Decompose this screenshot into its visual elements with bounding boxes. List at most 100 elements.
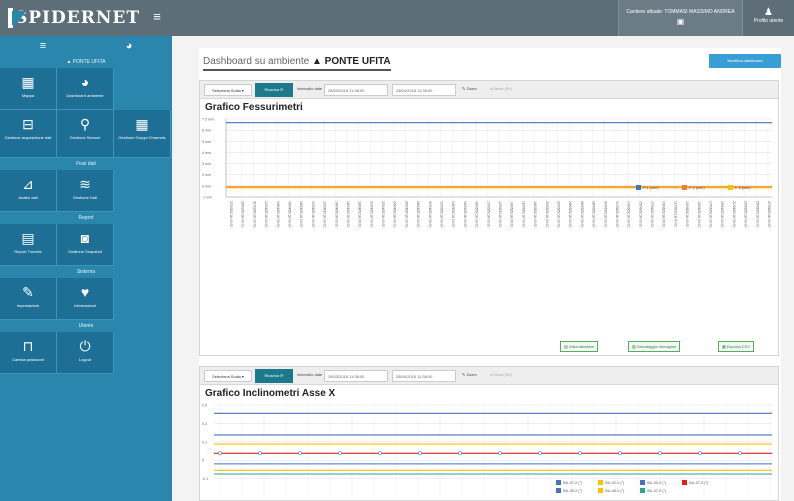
date-from-input[interactable]: 28/03/2018 11:38:00: [324, 370, 388, 382]
chart-toolbar: Seleziona Scala ▾ Ricarica ⟳ Intervallo …: [200, 81, 778, 99]
sidebar-item-snapshot[interactable]: ◙ Gestione Snapshot: [57, 224, 114, 266]
x-tick-label: 14/04/2018 00:00: [334, 201, 338, 228]
legend-swatch: [640, 488, 645, 493]
x-tick-label: 19/06/2018 00:00: [720, 201, 724, 228]
series-point: [578, 451, 582, 456]
x-tick-label: 27/06/2018 00:00: [767, 201, 771, 228]
scale-select[interactable]: Seleziona Scala ▾: [204, 84, 252, 96]
series-point: [418, 451, 422, 456]
sidebar-item-mappa[interactable]: ▦ Mappa: [0, 68, 57, 110]
top-bar: SPIDERNET ≡ Cantiere attuale: TOMMASI MA…: [0, 0, 794, 36]
page-title: Dashboard su ambiente ▲ PONTE UFITA: [203, 56, 391, 71]
sidebar-item-gruppi[interactable]: ▦ Gestione Gruppi Channels: [114, 110, 171, 158]
interval-label: Intervallo date: [297, 372, 323, 377]
modify-dashboard-button[interactable]: Modifica dashboard: [709, 54, 781, 68]
date-from-input[interactable]: 28/03/2018 11:38:00: [324, 84, 388, 96]
section-fissi: Fissi dati: [0, 158, 172, 170]
brand-name: SPIDERNET: [15, 8, 140, 28]
export-csv-button[interactable]: ▦ Esporta CSV: [718, 341, 755, 352]
legend-label: F-3 (mm): [735, 186, 751, 190]
sidebar-item-analisi[interactable]: ⊿ Analisi dati: [0, 170, 57, 212]
sidebar-item-acquisition[interactable]: ⊟ Gestione acquisizione dati: [0, 110, 57, 158]
x-tick-label: 05/06/2018 00:00: [638, 201, 642, 228]
sidebar-item-logout[interactable]: ⏻ Logout: [57, 332, 114, 374]
main-content: Dashboard su ambiente ▲ PONTE UFITA Modi…: [172, 36, 794, 501]
brand-logo[interactable]: SPIDERNET: [8, 6, 140, 30]
chart-card-inclinometri: Seleziona Scala ▾ Ricarica ⟳ Intervallo …: [199, 366, 779, 501]
user-info[interactable]: Cantiere attuale: TOMMASI MASSIMO ANDREA…: [618, 0, 742, 36]
reload-button[interactable]: Ricarica ⟳: [255, 369, 293, 383]
sidebar-item-dashboard[interactable]: ◕ Dashboard ambiente: [57, 68, 114, 110]
sidebar-empty-tile: [114, 278, 171, 320]
section-sistema: Sistema: [0, 266, 172, 278]
user-icon: ♟: [764, 7, 773, 18]
gauge-icon: ◕: [80, 74, 90, 90]
table-view-button[interactable]: ▤ Vista tabellare: [560, 341, 599, 352]
legend-label: F-2 (mm): [689, 186, 705, 190]
legend-swatch: [640, 480, 645, 485]
tile-label: Gestione Dati: [72, 195, 98, 200]
legend-swatch: [728, 185, 733, 190]
series-point: [218, 451, 222, 456]
series-point: [258, 451, 262, 456]
pin-icon: ⚲: [79, 116, 91, 132]
section-report: Report: [0, 212, 172, 224]
sidebar-ambient: ▲ PONTE UFITA: [0, 56, 172, 68]
sidebar-item-sensori[interactable]: ⚲ Gestione Sensori: [57, 110, 114, 158]
tile-label: Analisi dati: [18, 195, 38, 200]
sidebar-item-impostazioni[interactable]: ✎ Impostazioni: [0, 278, 57, 320]
sidebar-item-informazioni[interactable]: ♥ Informazioni: [57, 278, 114, 320]
x-tick-label: 26/04/2018 00:00: [404, 201, 408, 228]
zoom-button[interactable]: ✎ Zoom: [462, 372, 477, 377]
reset-button[interactable]: ◂ Reset (0h): [490, 86, 512, 91]
legend-label: INL-07-X (°): [689, 481, 708, 485]
profile-label: Profilo utente: [753, 18, 784, 24]
x-tick-label: 15/06/2018 00:00: [697, 201, 701, 228]
y-tick-label: -1 mm: [202, 196, 212, 200]
chart-icon: ⊿: [22, 176, 34, 192]
tile-label: Cambia password: [11, 357, 44, 362]
sidebar-empty-tile: [114, 332, 171, 374]
y-tick-label: 2 mm: [202, 173, 211, 177]
x-tick-label: 08/05/2018 00:00: [475, 201, 479, 228]
dashboard-gauge-icon[interactable]: ◕: [126, 40, 133, 52]
sidebar-item-report[interactable]: ▤ Report Tunnels: [0, 224, 57, 266]
sidebar-empty-tile: [114, 68, 171, 110]
tile-label: Gestione Gruppi Channels: [118, 135, 166, 140]
chart-plot-fessurimetri: 7.5 mm 6 mm 5 mm 4 mm 3 mm 2 mm 0 mm -1 mm 27/03…: [202, 118, 772, 228]
y-tick-label: 3 mm: [202, 162, 211, 166]
series-point: [378, 451, 382, 456]
document-icon: ▤: [21, 230, 35, 246]
list-icon[interactable]: ≡: [40, 40, 46, 52]
legend-label: INL-07-X (°): [563, 481, 582, 485]
reset-button[interactable]: ◂ Reset (0h): [490, 372, 512, 377]
x-tick-label: 22/05/2018 00:00: [556, 201, 560, 228]
y-tick-label: 6 mm: [202, 129, 211, 133]
x-tick-label: 13/06/2018 00:00: [685, 201, 689, 228]
sidebar-item-gestione-dati[interactable]: ≋ Gestione Dati: [57, 170, 114, 212]
reload-button[interactable]: Ricarica ⟳: [255, 83, 293, 97]
zoom-button[interactable]: ✎ Zoom: [462, 86, 477, 91]
date-to-input[interactable]: 28/04/2018 11:38:00: [392, 84, 456, 96]
x-tick-label: 26/05/2018 00:00: [580, 201, 584, 228]
x-tick-label: 24/04/2018 00:00: [393, 201, 397, 228]
x-tick-label: 08/04/2018 00:00: [299, 201, 303, 228]
legend-label: INL-02-X (°): [605, 481, 624, 485]
profile-button[interactable]: ♟ Profilo utente: [742, 0, 794, 36]
legend-swatch: [556, 488, 561, 493]
chart-plot-inclinometri: 0.5 0.3 0.1 0 -0.1 INL-07-X (°) INL-02-X (°) IN…: [202, 404, 772, 497]
tile-label: Gestione Sensori: [69, 135, 101, 140]
legend-swatch: [598, 488, 603, 493]
series-point: [338, 451, 342, 456]
legend-swatch: [682, 185, 687, 190]
menu-toggle-icon[interactable]: ≡: [150, 10, 164, 24]
date-to-input[interactable]: 28/04/2018 11:38:00: [392, 370, 456, 382]
x-tick-label: 17/06/2018 00:00: [709, 201, 713, 228]
tile-label: Report Tunnels: [14, 249, 42, 254]
x-tick-label: 18/04/2018 00:00: [358, 201, 362, 228]
x-tick-label: 27/03/2018 00:00: [229, 201, 233, 228]
save-image-button[interactable]: ▨ Salvataggio immagine: [628, 341, 681, 352]
scale-select[interactable]: Seleziona Scala ▾: [204, 370, 252, 382]
sidebar-item-password[interactable]: ⊓ Cambia password: [0, 332, 57, 374]
chart-title: Grafico Inclinometri Asse X: [205, 388, 336, 399]
